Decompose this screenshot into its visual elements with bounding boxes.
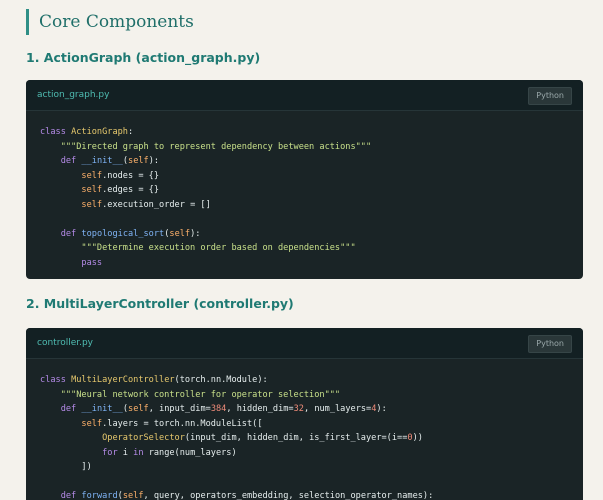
code-token: : [127,127,134,137]
code-token: self [81,185,103,195]
code-token: def [60,228,77,239]
code-token: def [60,404,77,414]
code-token: self [122,491,144,500]
code-token: __init__ [81,156,123,166]
code-token: def [60,491,77,500]
code-token: i [117,447,134,458]
code-token: """Directed graph to represent dependenc… [60,141,372,152]
code-token: OperatorSelector [102,433,185,443]
code-token: """Neural network controller for operato… [60,389,341,400]
code-token: , query, operators_embedding, selection_… [143,491,434,500]
code-block-controller: controller.py Python class MultiLayerCon… [26,328,583,500]
code-token: class [40,127,66,137]
code-content: class MultiLayerController(torch.nn.Modu… [40,373,569,500]
code-block-header: controller.py Python [26,328,583,359]
code-token: def [60,156,77,166]
code-block-header: action_graph.py Python [26,80,583,111]
code-token: """Determine execution order based on de… [81,243,356,253]
code-content: class ActionGraph: """Directed graph to … [40,125,569,270]
code-token: , num_layers= [303,404,372,414]
documentation-page: Core Components 1. ActionGraph (action_g… [0,0,603,500]
code-token: pass [81,257,103,268]
code-filename: controller.py [37,338,94,348]
code-token: self [169,228,191,239]
code-filename: action_graph.py [37,90,110,100]
code-token: 32 [293,404,304,414]
code-token: (input_dim, hidden_dim, is_first_layer=(… [184,433,408,443]
code-token: .edges = {} [102,185,160,195]
code-token: self [81,418,103,429]
language-badge[interactable]: Python [528,335,572,353]
language-badge[interactable]: Python [528,87,572,105]
code-token: MultiLayerController [71,375,175,385]
section-title: Core Components [26,9,194,35]
code-token: (torch.nn.Module): [174,375,268,385]
code-block-action-graph: action_graph.py Python class ActionGraph… [26,80,583,279]
code-token: self [81,199,103,210]
code-token: ): [376,404,387,414]
component-heading-action-graph: 1. ActionGraph (action_graph.py) [26,50,261,65]
code-token: forward [81,491,118,500]
code-token: ]) [81,462,92,472]
code-token: self [128,404,149,414]
code-token: .layers = torch.nn.ModuleList([ [102,418,263,429]
code-token: .execution_order = [] [102,199,211,210]
code-token: class [40,375,66,385]
code-token: 384 [210,404,227,414]
code-token: , input_dim= [148,404,211,414]
code-token: topological_sort [81,228,165,239]
component-heading-controller: 2. MultiLayerController (controller.py) [26,296,294,311]
code-token: ActionGraph [71,127,128,137]
code-token: .nodes = {} [102,170,160,181]
code-token: in [133,447,144,458]
code-token: , hidden_dim= [226,404,294,414]
code-token: for [102,447,118,458]
code-token: ): [190,228,201,239]
code-token: )) [412,433,423,443]
code-token: ): [148,156,160,166]
code-token: range(num_layers) [143,447,237,458]
code-token: __init__ [81,404,123,414]
code-token: self [128,156,149,166]
code-token: self [81,170,103,181]
